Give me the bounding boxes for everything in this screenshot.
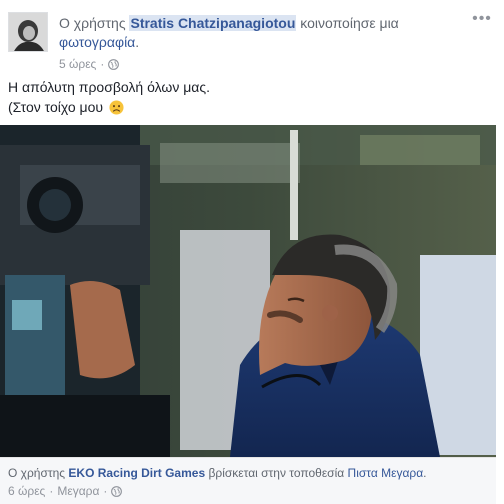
meta-separator: · bbox=[49, 484, 54, 498]
shared-location-line: Ο χρήστης EKO Racing Dirt Games βρίσκετα… bbox=[8, 465, 427, 481]
shared-action: βρίσκεται στην τοποθεσία bbox=[208, 466, 345, 480]
post-timestamp[interactable]: 5 ώρες bbox=[59, 57, 96, 71]
post-text-line: (Στον τοίχο μου bbox=[8, 99, 104, 115]
photo-link[interactable]: φωτογραφία bbox=[59, 34, 135, 50]
globe-icon[interactable] bbox=[108, 58, 120, 70]
location-link[interactable]: Πιστα Μεγαρα bbox=[348, 466, 424, 480]
shared-location-footer: Ο χρήστης EKO Racing Dirt Games βρίσκετα… bbox=[0, 457, 496, 504]
shared-author-link[interactable]: EKO Racing Dirt Games bbox=[68, 466, 205, 480]
disappointed-face-emoji bbox=[109, 100, 124, 115]
post-text-line: Η απόλυτη προσβολή όλων μας. bbox=[8, 79, 211, 95]
meta-separator: · bbox=[103, 484, 108, 498]
post-header-text: Ο χρήστης Stratis Chatzipanagiotou κοινο… bbox=[59, 14, 479, 52]
more-options-icon[interactable]: ••• bbox=[472, 11, 492, 30]
meta-separator: · bbox=[100, 57, 105, 71]
place-label[interactable]: Μεγαρα bbox=[57, 484, 99, 498]
shared-prefix: Ο χρήστης bbox=[8, 466, 66, 480]
header-action: κοινοποίησε μια bbox=[300, 15, 399, 31]
author-link[interactable]: Stratis Chatzipanagiotou bbox=[129, 15, 297, 31]
post-header: Ο χρήστης Stratis Chatzipanagiotou κοινο… bbox=[8, 8, 498, 71]
header-prefix: Ο χρήστης bbox=[59, 15, 126, 31]
header-suffix: . bbox=[135, 34, 140, 50]
shared-timestamp[interactable]: 6 ώρες bbox=[8, 484, 45, 498]
post-photo[interactable] bbox=[0, 125, 496, 457]
shared-suffix: . bbox=[423, 466, 427, 480]
avatar[interactable] bbox=[8, 12, 48, 52]
post-text-line-2: (Στον τοίχο μου bbox=[8, 97, 488, 117]
globe-icon[interactable] bbox=[111, 485, 123, 497]
shared-meta: 6 ώρες · Μεγαρα · bbox=[8, 484, 123, 498]
post-text: Η απόλυτη προσβολή όλων μας. (Στον τοίχο… bbox=[8, 77, 488, 117]
post-meta: 5 ώρες · bbox=[59, 57, 120, 71]
